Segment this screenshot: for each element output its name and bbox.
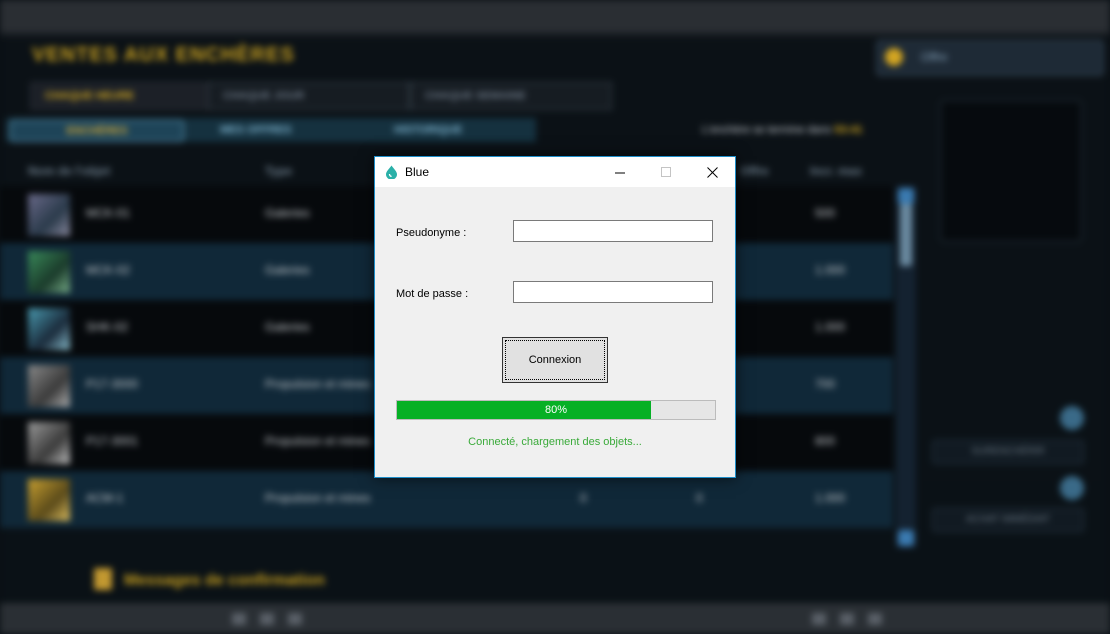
toolbar-icon[interactable] — [260, 613, 274, 625]
table-scrollbar[interactable] — [896, 186, 916, 548]
water-drop-icon — [386, 165, 397, 179]
login-button[interactable]: Connexion — [502, 337, 608, 383]
item-type: Galeries — [265, 263, 310, 277]
item-thumbnail — [28, 194, 70, 236]
refresh-icon[interactable] — [1060, 406, 1084, 430]
item-price: 1.000 — [815, 263, 846, 277]
toolbar-icon[interactable] — [288, 613, 302, 625]
toolbar-icon[interactable] — [840, 613, 854, 625]
item-own-offer: 0 — [696, 491, 703, 505]
item-type: Galeries — [265, 320, 310, 334]
login-dialog: Blue Pseudonyme : Mot de passe : Connexi… — [374, 156, 736, 478]
password-label: Mot de passe : — [396, 288, 469, 300]
close-button[interactable] — [689, 157, 735, 187]
column-offer[interactable]: Offre — [740, 164, 769, 178]
item-type: Propulsion et mines — [265, 377, 371, 391]
toolbar-icon[interactable] — [868, 613, 882, 625]
item-name: MCK-02 — [86, 263, 131, 277]
item-name: P17-3000 — [86, 377, 139, 391]
item-price: 700 — [815, 377, 836, 391]
progress-percentage: 80% — [544, 404, 568, 416]
shield-icon[interactable] — [1060, 476, 1084, 500]
maximize-button[interactable] — [643, 157, 689, 187]
message-icon — [94, 568, 112, 590]
password-input[interactable] — [513, 281, 713, 303]
item-thumbnail — [28, 308, 70, 350]
column-type[interactable]: Type — [265, 164, 292, 178]
column-increment[interactable]: Incr. max — [810, 164, 862, 178]
item-preview-panel — [940, 100, 1082, 242]
dialog-titlebar[interactable]: Blue — [375, 157, 735, 187]
item-price: 800 — [815, 434, 836, 448]
offer-box: Offre — [876, 40, 1104, 76]
table-row[interactable]: ACM-1 Propulsion et mines 0 0 1.000 — [0, 471, 893, 528]
toolbar-icon[interactable] — [232, 613, 246, 625]
bottom-bar — [0, 603, 1110, 634]
bid-button[interactable]: SURENCHÉRIR — [932, 440, 1084, 464]
loading-progress-bar: 80% — [396, 400, 716, 420]
offer-label: Offre — [921, 50, 948, 64]
auction-subtabs: ENCHÈRES MES OFFRES HISTORIQUE — [6, 118, 536, 142]
tab-daily[interactable]: CHAQUE JOUR — [208, 82, 410, 110]
item-current-offer: 0 — [580, 491, 587, 505]
item-thumbnail — [28, 365, 70, 407]
dialog-title: Blue — [405, 165, 430, 179]
maximize-icon — [660, 166, 671, 177]
username-input[interactable] — [513, 220, 713, 242]
scroll-down-icon[interactable] — [898, 530, 914, 546]
confirmation-title: Messages de confirmation — [124, 572, 325, 589]
item-thumbnail — [28, 251, 70, 293]
item-type: Galeries — [265, 206, 310, 220]
status-message: Connecté, chargement des objets... — [468, 436, 642, 448]
scroll-thumb[interactable] — [900, 204, 912, 266]
username-label: Pseudonyme : — [396, 227, 467, 239]
item-price: 1.000 — [815, 491, 846, 505]
item-name: ACM-1 — [86, 491, 124, 505]
confirmation-messages: Messages de confirmation — [0, 560, 900, 600]
auction-timer: L'enchère se termine dans 53:41 — [702, 124, 863, 136]
close-icon — [706, 166, 718, 178]
subtab-my-offers[interactable]: MES OFFRES — [220, 120, 292, 140]
buy-now-button[interactable]: ACHAT IMMÉDIAT — [932, 508, 1084, 532]
scroll-up-icon[interactable] — [898, 188, 914, 204]
item-name: P17-3001 — [86, 434, 139, 448]
item-thumbnail — [28, 422, 70, 464]
minimize-icon — [614, 172, 625, 173]
toolbar-icon[interactable] — [812, 613, 826, 625]
item-name: MCK-01 — [86, 206, 131, 220]
coin-icon — [885, 48, 903, 66]
tab-weekly[interactable]: CHAQUE SEMAINE — [410, 82, 612, 110]
item-name: SHK-02 — [86, 320, 129, 334]
minimize-button[interactable] — [597, 157, 643, 187]
item-thumbnail — [28, 479, 70, 521]
auction-title: VENTES AUX ENCHÈRES — [32, 44, 295, 66]
column-name[interactable]: Nom de l'objet — [28, 164, 110, 178]
auction-period-tabs: CHAQUE HEURE CHAQUE JOUR CHAQUE SEMAINE — [12, 82, 612, 110]
subtab-history[interactable]: HISTORIQUE — [394, 120, 462, 140]
item-price: 1.000 — [815, 320, 846, 334]
subtab-auctions[interactable]: ENCHÈRES — [10, 120, 184, 142]
item-type: Propulsion et mines — [265, 434, 371, 448]
item-type: Propulsion et mines — [265, 491, 371, 505]
item-price: 500 — [815, 206, 836, 220]
tab-hourly[interactable]: CHAQUE HEURE — [30, 82, 210, 110]
auction-timer-value: 53:41 — [834, 124, 863, 136]
auction-timer-label: L'enchère se termine dans — [702, 124, 832, 136]
